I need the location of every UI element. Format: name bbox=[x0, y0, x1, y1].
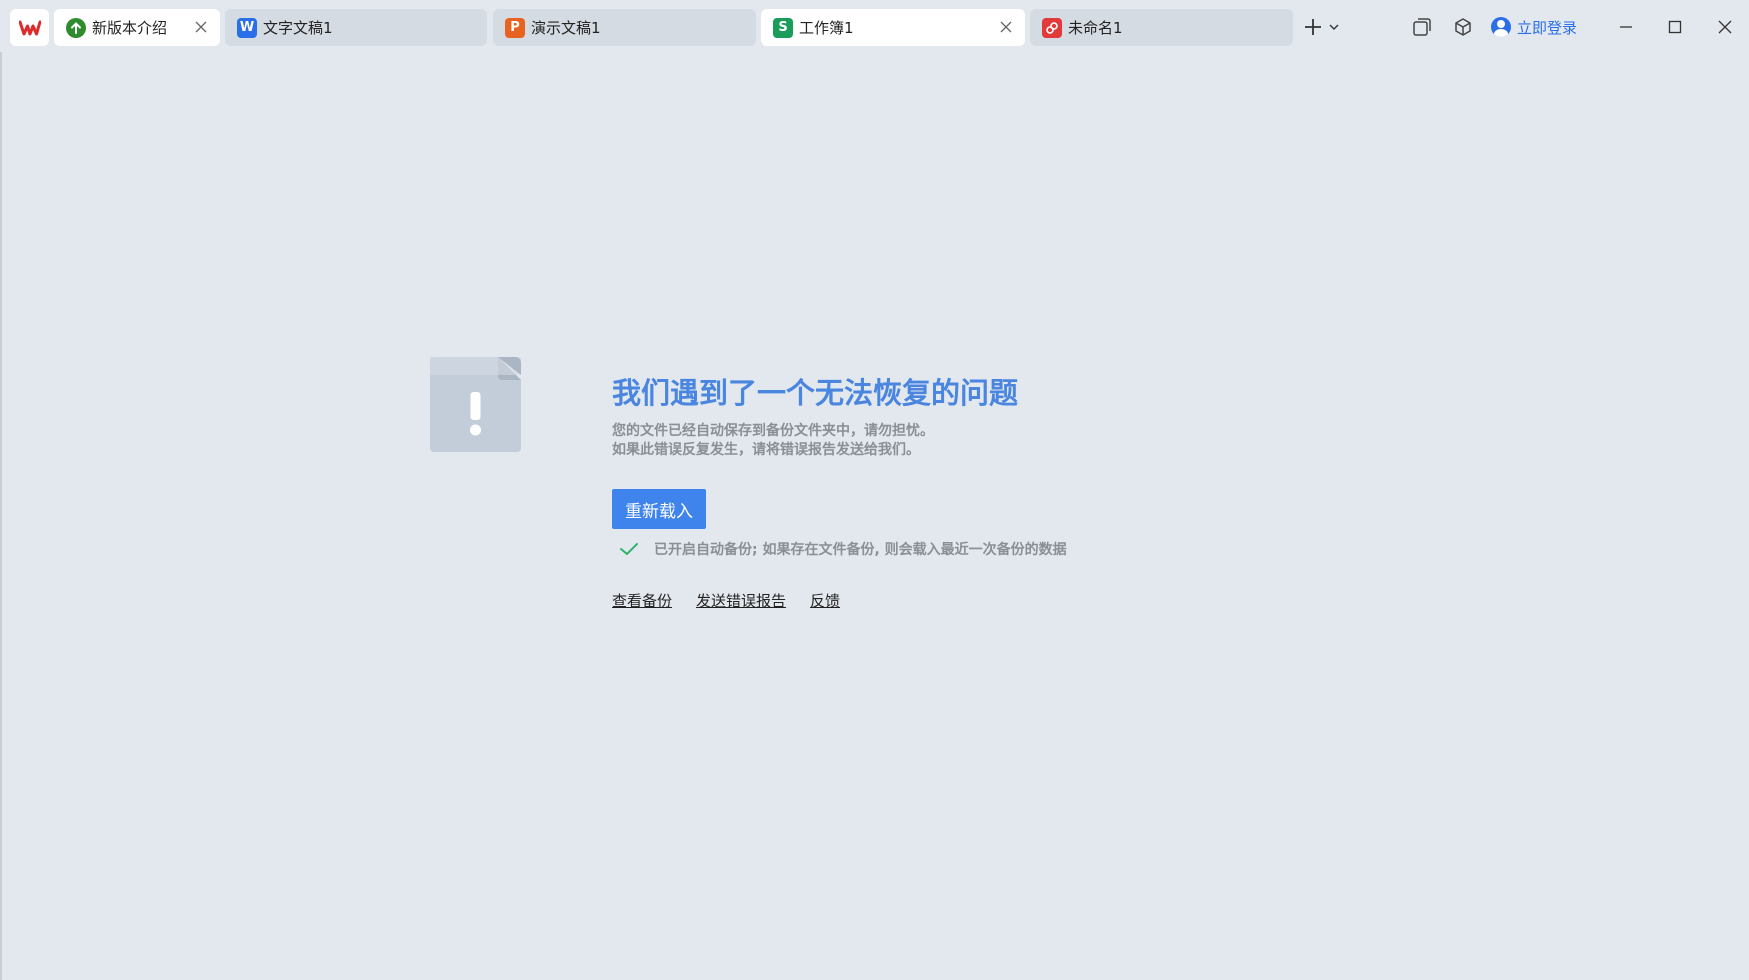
presentation-icon: P bbox=[505, 17, 525, 38]
feedback-link[interactable]: 反馈 bbox=[810, 590, 840, 611]
action-links: 查看备份 发送错误报告 反馈 bbox=[612, 590, 840, 611]
close-icon bbox=[1718, 20, 1732, 34]
new-tab-dropdown-button[interactable] bbox=[1325, 13, 1343, 41]
new-tab-button[interactable] bbox=[1299, 13, 1327, 41]
tab-spreadsheet[interactable]: S 工作簿1 bbox=[761, 9, 1025, 46]
tab-label: 工作簿1 bbox=[799, 19, 854, 37]
cube-icon bbox=[1455, 18, 1471, 36]
user-avatar-icon bbox=[1491, 17, 1511, 37]
minimize-icon bbox=[1620, 26, 1632, 28]
close-icon[interactable] bbox=[997, 18, 1015, 36]
tab-word-doc[interactable]: W 文字文稿1 bbox=[225, 9, 487, 46]
warning-file-icon bbox=[430, 357, 521, 452]
reload-button[interactable]: 重新载入 bbox=[612, 489, 706, 529]
auto-backup-text: 已开启自动备份; 如果存在文件备份, 则会载入最近一次备份的数据 bbox=[654, 542, 1067, 558]
tab-manager-button[interactable] bbox=[1408, 13, 1436, 41]
login-label: 立即登录 bbox=[1517, 18, 1578, 37]
tab-label: 未命名1 bbox=[1068, 19, 1123, 37]
tab-new-version-intro[interactable]: 新版本介绍 bbox=[54, 9, 220, 46]
maximize-icon bbox=[1668, 20, 1682, 34]
login-button[interactable]: 立即登录 bbox=[1491, 13, 1577, 41]
tab-label: 新版本介绍 bbox=[92, 19, 168, 37]
checkmark-icon bbox=[620, 543, 638, 555]
error-title: 我们遇到了一个无法恢复的问题 bbox=[612, 376, 1019, 410]
chevron-down-icon bbox=[1329, 24, 1339, 30]
close-icon[interactable] bbox=[192, 18, 210, 36]
window-list-icon bbox=[1413, 18, 1431, 36]
minimize-button[interactable] bbox=[1612, 13, 1640, 41]
spreadsheet-icon: S bbox=[773, 17, 793, 38]
tab-pdf[interactable]: 未命名1 bbox=[1030, 9, 1293, 46]
auto-backup-note: 已开启自动备份; 如果存在文件备份, 则会载入最近一次备份的数据 bbox=[618, 539, 1067, 559]
close-window-button[interactable] bbox=[1711, 13, 1739, 41]
error-description: 您的文件已经自动保存到备份文件夹中，请勿担忧。 如果此错误反复发生，请将错误报告… bbox=[612, 422, 934, 460]
error-description-line: 如果此错误反复发生，请将错误报告发送给我们。 bbox=[612, 442, 920, 458]
window-edge bbox=[0, 52, 2, 980]
tab-label: 演示文稿1 bbox=[531, 19, 601, 37]
tab-label: 文字文稿1 bbox=[263, 19, 333, 37]
error-description-line: 您的文件已经自动保存到备份文件夹中，请勿担忧。 bbox=[612, 423, 934, 439]
wps-logo-button[interactable] bbox=[10, 9, 49, 46]
update-arrow-icon bbox=[66, 17, 86, 38]
apps-button[interactable] bbox=[1449, 13, 1477, 41]
tab-presentation[interactable]: P 演示文稿1 bbox=[493, 9, 756, 46]
pdf-icon bbox=[1042, 17, 1062, 38]
maximize-button[interactable] bbox=[1661, 13, 1689, 41]
view-backup-link[interactable]: 查看备份 bbox=[612, 590, 672, 611]
plus-icon bbox=[1305, 19, 1321, 35]
send-error-report-link[interactable]: 发送错误报告 bbox=[696, 590, 786, 611]
wps-logo-icon bbox=[18, 20, 41, 35]
title-bar: 新版本介绍 W 文字文稿1 P 演示文稿1 S 工作簿1 未命名1 立即登录 bbox=[0, 0, 1749, 52]
word-doc-icon: W bbox=[237, 17, 257, 38]
